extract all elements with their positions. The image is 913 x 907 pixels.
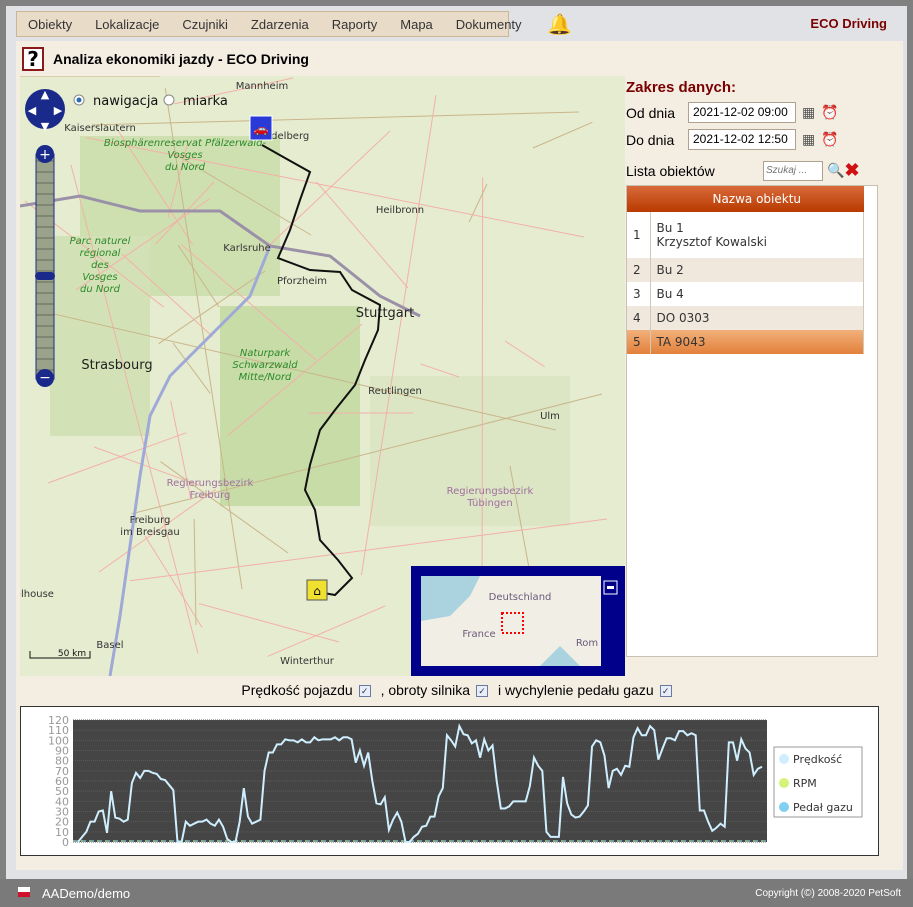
- menu-item[interactable]: Czujniki: [171, 17, 239, 32]
- brand-label: ECO Driving: [810, 16, 887, 31]
- menu-item[interactable]: Lokalizacje: [84, 17, 170, 32]
- pan-left-icon[interactable]: ◀: [28, 104, 37, 117]
- svg-text:+: +: [39, 147, 51, 163]
- menu-item[interactable]: Dokumenty: [445, 17, 533, 32]
- legend-item: RPM: [793, 777, 817, 790]
- to-date-input[interactable]: 2021-12-02 12:50: [688, 129, 796, 150]
- calendar-icon[interactable]: ▦: [802, 131, 815, 148]
- clock-icon[interactable]: ⏰: [821, 104, 838, 121]
- objects-title: Lista obiektów: [626, 162, 715, 179]
- row-number: 3: [627, 282, 651, 306]
- table-row[interactable]: 2 Bu 2: [627, 258, 864, 282]
- row-number: 1: [627, 212, 651, 258]
- map-canvas[interactable]: MannheimHeidelbergKaiserslauternHeilbron…: [20, 76, 625, 676]
- navigation-label: nawigacja: [93, 94, 158, 109]
- from-label: Od dnia: [626, 104, 676, 121]
- column-header[interactable]: Nazwa obiektu: [650, 186, 864, 212]
- table-row[interactable]: 1 Bu 1 Krzysztof Kowalski: [627, 212, 864, 258]
- map-label: Kaiserslautern: [64, 123, 136, 134]
- map-label: Heilbronn: [376, 205, 424, 216]
- measure-label: miarka: [183, 94, 228, 109]
- table-row[interactable]: 3 Bu 4: [627, 282, 864, 306]
- overview-label: Rom: [576, 638, 598, 649]
- map-label: Reutlingen: [368, 386, 422, 397]
- legend-marker: [779, 754, 789, 764]
- to-label: Do dnia: [626, 131, 675, 148]
- map-label: Strasbourg: [81, 358, 152, 373]
- svg-text:🚗: 🚗: [254, 122, 269, 136]
- overview-label: France: [462, 629, 495, 640]
- object-name: Bu 4: [650, 282, 864, 306]
- content: ? Analiza ekonomiki jazdy - ECO Driving …: [16, 41, 903, 870]
- map-label: Stuttgart: [356, 306, 414, 321]
- footer: AADemo/demo Copyright (©) 2008-2020 PetS…: [0, 879, 913, 907]
- from-date-input[interactable]: 2021-12-02 09:00: [688, 102, 796, 123]
- range-title: Zakres danych:: [626, 79, 737, 96]
- table-row[interactable]: 5 TA 9043: [627, 330, 864, 354]
- zoom-handle[interactable]: [35, 272, 55, 280]
- map-label: Mannheim: [236, 81, 288, 92]
- search-input[interactable]: [763, 160, 823, 181]
- legend-marker: [779, 778, 789, 788]
- legend-item: Pedał gazu: [793, 801, 853, 814]
- map-label: Winterthur: [280, 656, 335, 667]
- flag-icon[interactable]: [18, 887, 30, 897]
- series-toggle: Prędkość pojazdu ✓ , obroty silnika ✓ i wy…: [16, 682, 903, 698]
- page-title: Analiza ekonomiki jazdy - ECO Driving: [53, 51, 309, 67]
- menu-item[interactable]: Zdarzenia: [240, 17, 320, 32]
- row-number: 2: [627, 258, 651, 282]
- user-label: AADemo/demo: [42, 886, 131, 901]
- map-label: Basel: [96, 640, 123, 651]
- help-icon[interactable]: ?: [22, 47, 44, 71]
- map-label: Ulm: [540, 411, 560, 422]
- map-label: Mulhouse: [20, 589, 54, 600]
- menu-item[interactable]: Raporty: [321, 17, 389, 32]
- radio-measure[interactable]: [163, 94, 175, 106]
- calendar-icon[interactable]: ▦: [802, 104, 815, 121]
- menu-item[interactable]: Mapa: [389, 17, 444, 32]
- object-list: Nazwa obiektu 1 Bu 1 Krzysztof Kowalski 2 Bu …: [626, 185, 878, 657]
- pan-right-icon[interactable]: ▶: [54, 104, 63, 117]
- pedal-checkbox[interactable]: ✓: [659, 685, 672, 698]
- search-icon[interactable]: 🔍: [827, 162, 844, 179]
- bell-icon[interactable]: 🔔: [547, 12, 572, 36]
- chart: 0 10 20 30 40 50 60 70 80 90 100 110 120 Prędkość RPM P…: [20, 706, 879, 856]
- object-name: Bu 1 Krzysztof Kowalski: [650, 212, 864, 258]
- object-name: Bu 2: [650, 258, 864, 282]
- legend-marker: [779, 802, 789, 812]
- copyright: Copyright (©) 2008-2020 PetSoft: [755, 888, 901, 899]
- map-label: Pforzheim: [277, 276, 327, 287]
- y-tick-label: 120: [48, 714, 69, 727]
- menu-item[interactable]: Obiekty: [17, 17, 83, 32]
- zoom-slider[interactable]: [35, 153, 55, 380]
- row-number: 5: [627, 330, 651, 354]
- main-menu: Obiekty Lokalizacje Czujniki Zdarzenia Rapor…: [16, 11, 522, 37]
- speed-checkbox[interactable]: ✓: [358, 685, 371, 698]
- svg-text:⌂: ⌂: [313, 584, 321, 598]
- scale-label: 50 km: [58, 649, 86, 659]
- row-number: 4: [627, 306, 651, 330]
- svg-text:−: −: [39, 370, 51, 386]
- clear-icon[interactable]: ✖: [844, 160, 859, 181]
- rpm-checkbox[interactable]: ✓: [476, 685, 489, 698]
- object-name: TA 9043: [650, 330, 864, 354]
- object-name: DO 0303: [650, 306, 864, 330]
- table-row[interactable]: 4 DO 0303: [627, 306, 864, 330]
- map[interactable]: Mannheim Heidelberg Kaiserslautern Heilbron…: [20, 76, 625, 676]
- legend-item: Prędkość: [793, 753, 842, 766]
- overview-label: Deutschland: [489, 592, 552, 603]
- map-label: Naturpark Schwarzwald Mitte/Nord: [232, 348, 298, 383]
- map-label: Karlsruhe: [223, 243, 271, 254]
- date-range-panel: Zakres danych: Od dnia 2021-12-02 09:00 …: [626, 79, 891, 181]
- clock-icon[interactable]: ⏰: [821, 131, 838, 148]
- pan-down-icon[interactable]: ▼: [41, 120, 50, 133]
- pan-up-icon[interactable]: ▲: [41, 88, 50, 101]
